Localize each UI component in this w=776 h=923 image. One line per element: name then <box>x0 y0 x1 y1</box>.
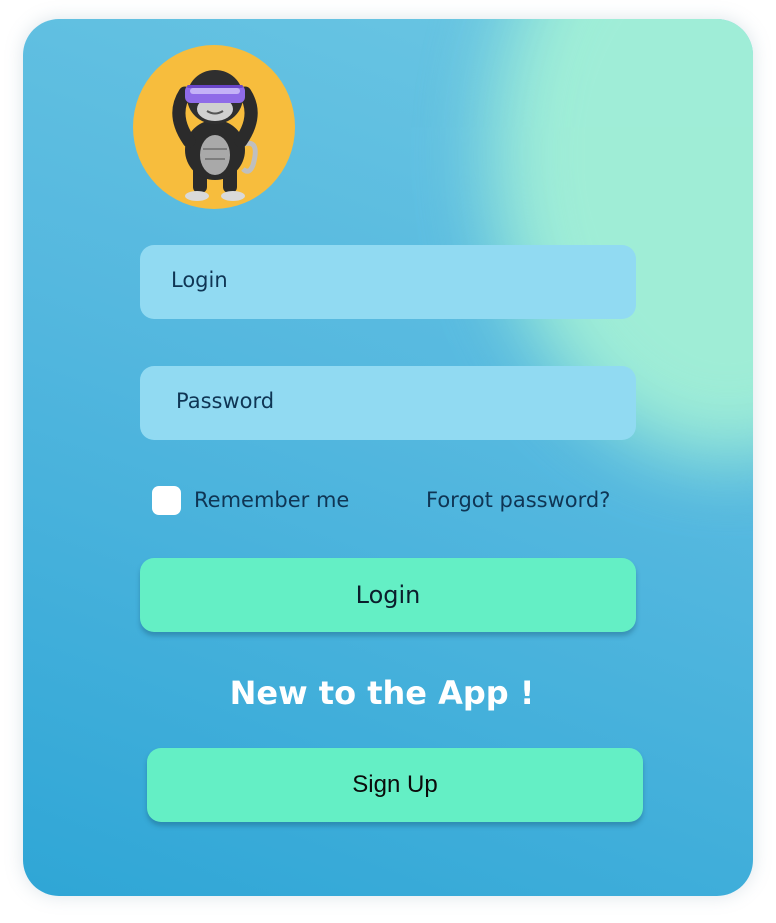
login-input[interactable]: Login <box>140 245 636 319</box>
gorilla-avatar-icon <box>133 45 295 209</box>
new-to-app-heading: New to the App ! <box>229 674 535 712</box>
login-placeholder: Login <box>171 268 228 292</box>
signup-button[interactable]: Sign Up <box>147 748 643 822</box>
password-input[interactable]: Password <box>140 366 636 440</box>
remember-me-label: Remember me <box>194 488 350 512</box>
password-placeholder: Password <box>176 389 275 413</box>
remember-me-checkbox[interactable] <box>152 486 181 515</box>
login-card: Login Password Remember me Forgot passwo… <box>23 19 753 896</box>
forgot-password-link[interactable]: Forgot password? <box>426 486 610 514</box>
login-button[interactable]: Login <box>140 558 636 632</box>
